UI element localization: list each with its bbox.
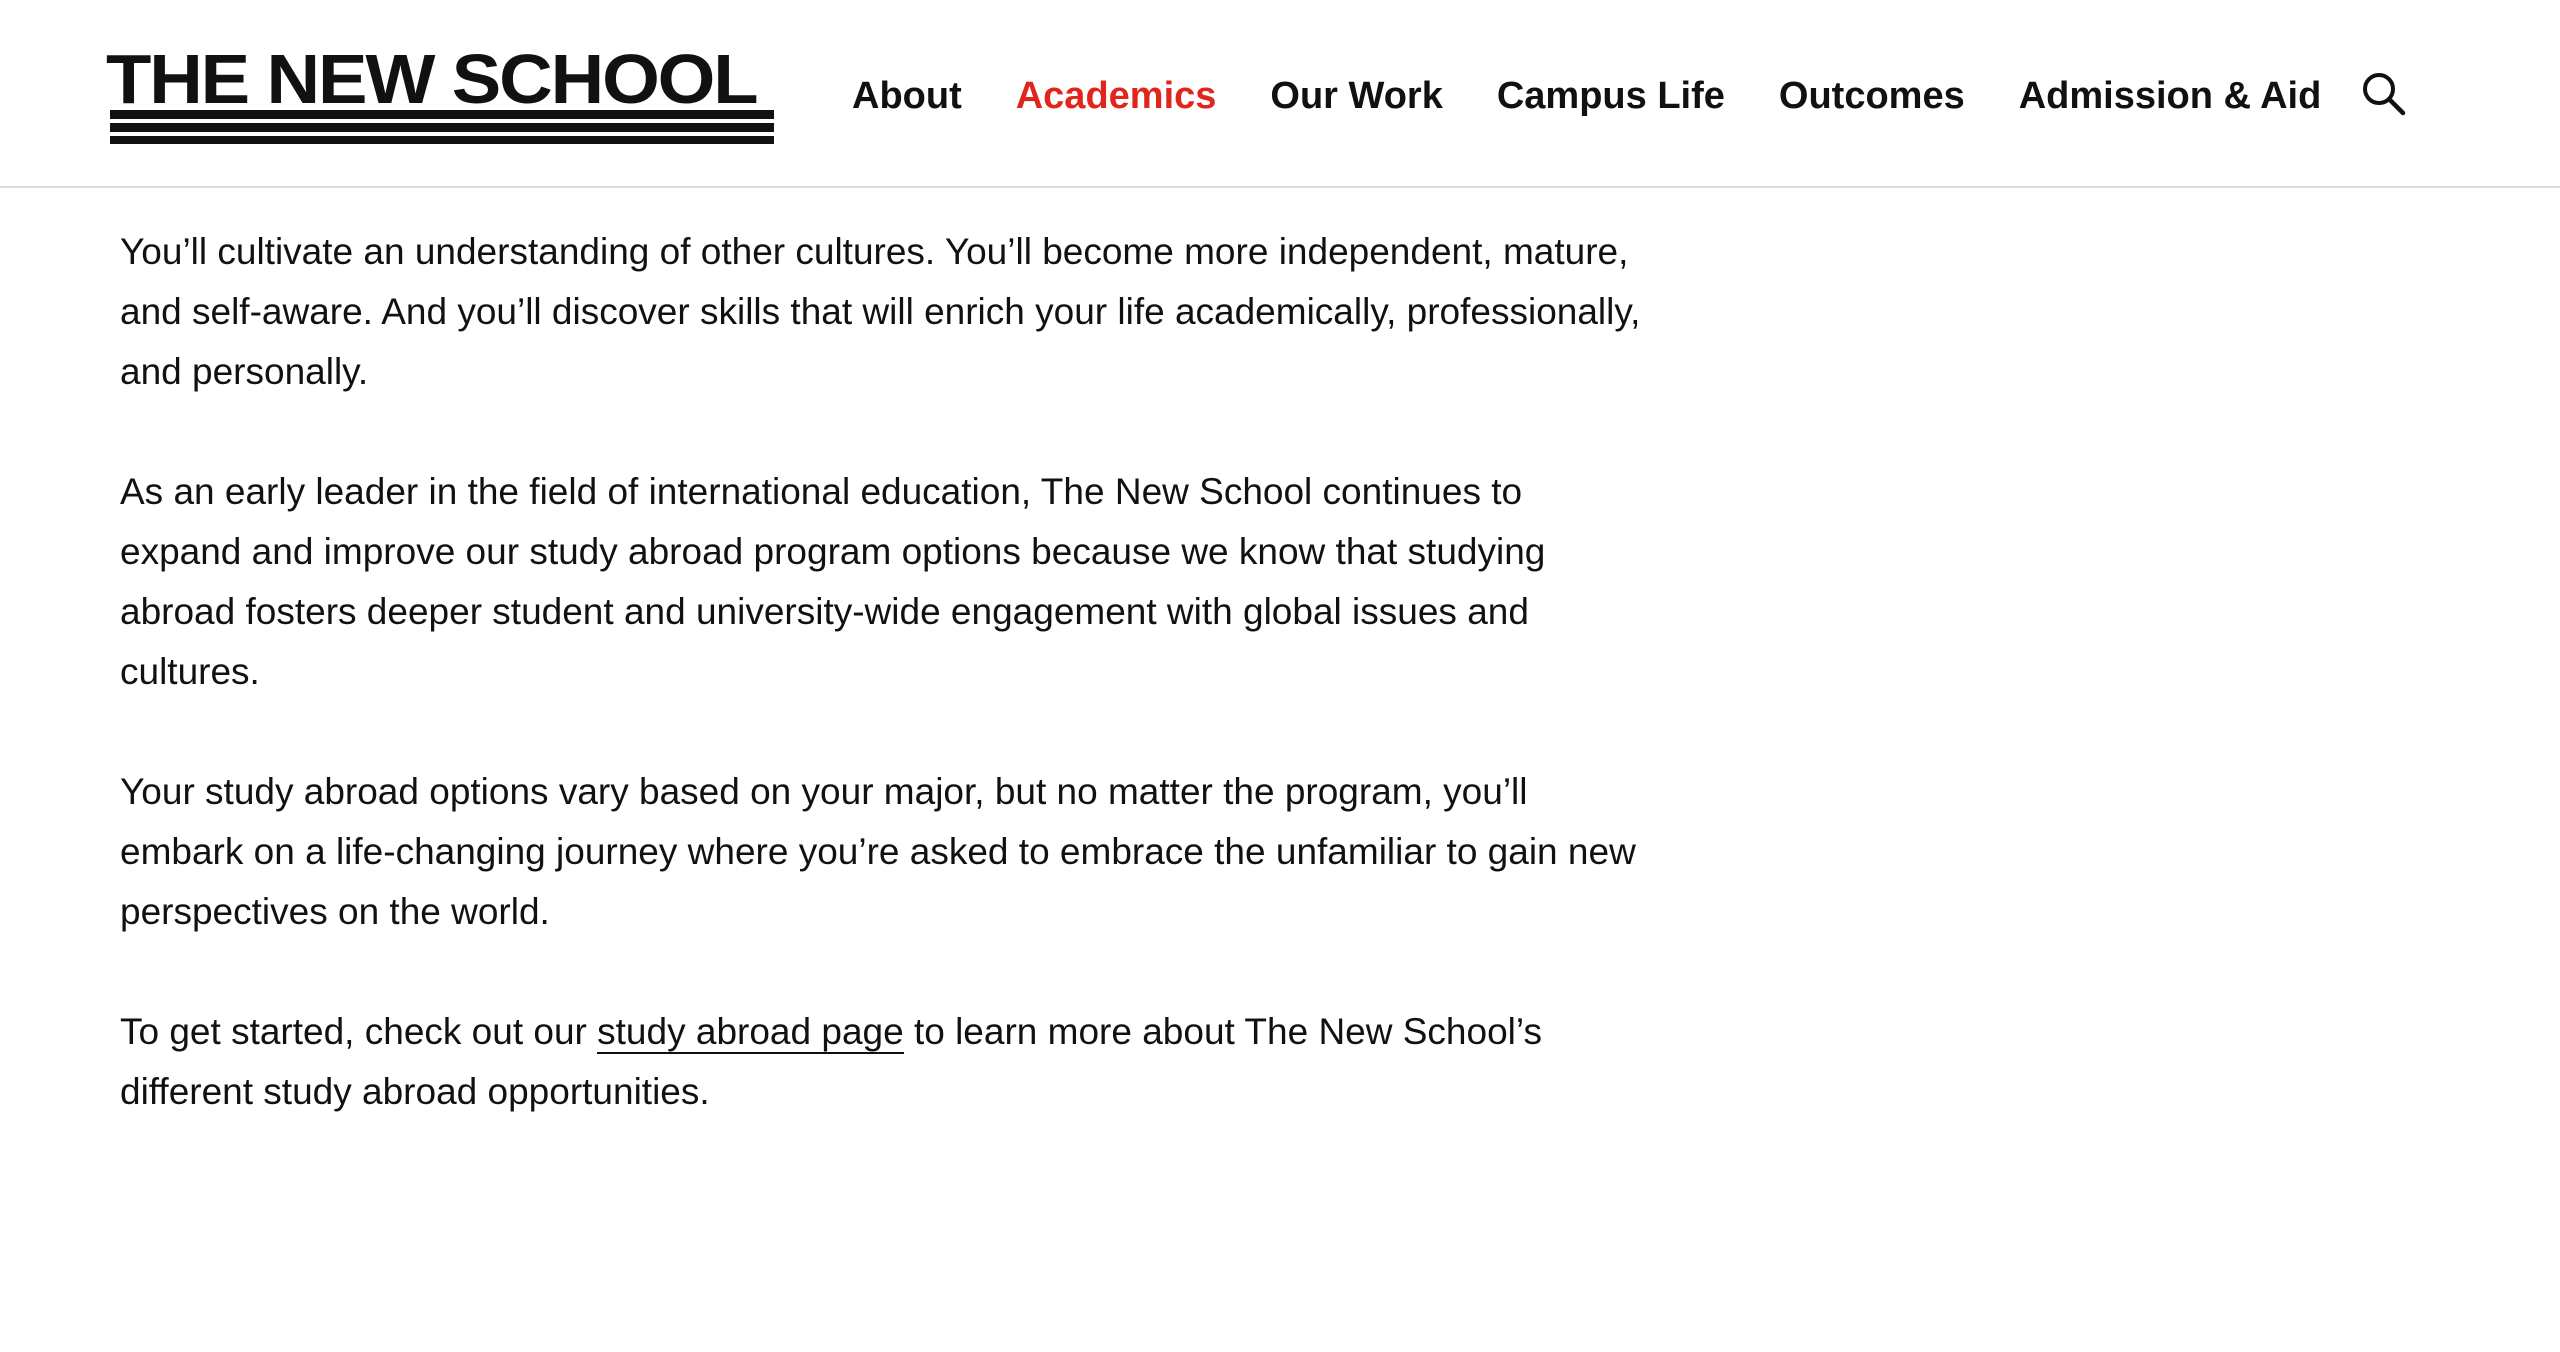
main-nav: About Academics Our Work Campus Life Out… [852,62,2411,130]
paragraph-get-started: To get started, check out our study abro… [120,1002,1650,1122]
main-content: You’ll cultivate an understanding of oth… [120,222,1650,1182]
paragraph-international-education: As an early leader in the field of inter… [120,471,1546,692]
site-header: THE NEW SCHOOL About Academics Our Work … [0,0,2560,188]
logo-text: THE NEW SCHOOL [106,40,759,118]
logo-stripe [110,110,774,119]
nav-item-admission-aid[interactable]: Admission & Aid [2019,75,2322,118]
get-started-text: To get started, check out our [120,1011,598,1052]
nav-item-campus-life[interactable]: Campus Life [1497,75,1725,118]
paragraph-study-options: Your study abroad options vary based on … [120,771,1636,932]
nav-item-about[interactable]: About [852,75,962,118]
logo[interactable]: THE NEW SCHOOL [106,44,778,144]
search-button[interactable] [2361,71,2411,121]
logo-stripe [110,136,774,144]
nav-item-academics[interactable]: Academics [1016,75,1217,118]
search-icon [2361,71,2411,117]
paragraph-cultures: You’ll cultivate an understanding of oth… [120,231,1641,392]
logo-stripe [110,123,774,132]
study-abroad-link[interactable]: study abroad page [597,1011,904,1054]
nav-item-outcomes[interactable]: Outcomes [1779,75,1965,118]
nav-item-our-work[interactable]: Our Work [1270,75,1442,118]
